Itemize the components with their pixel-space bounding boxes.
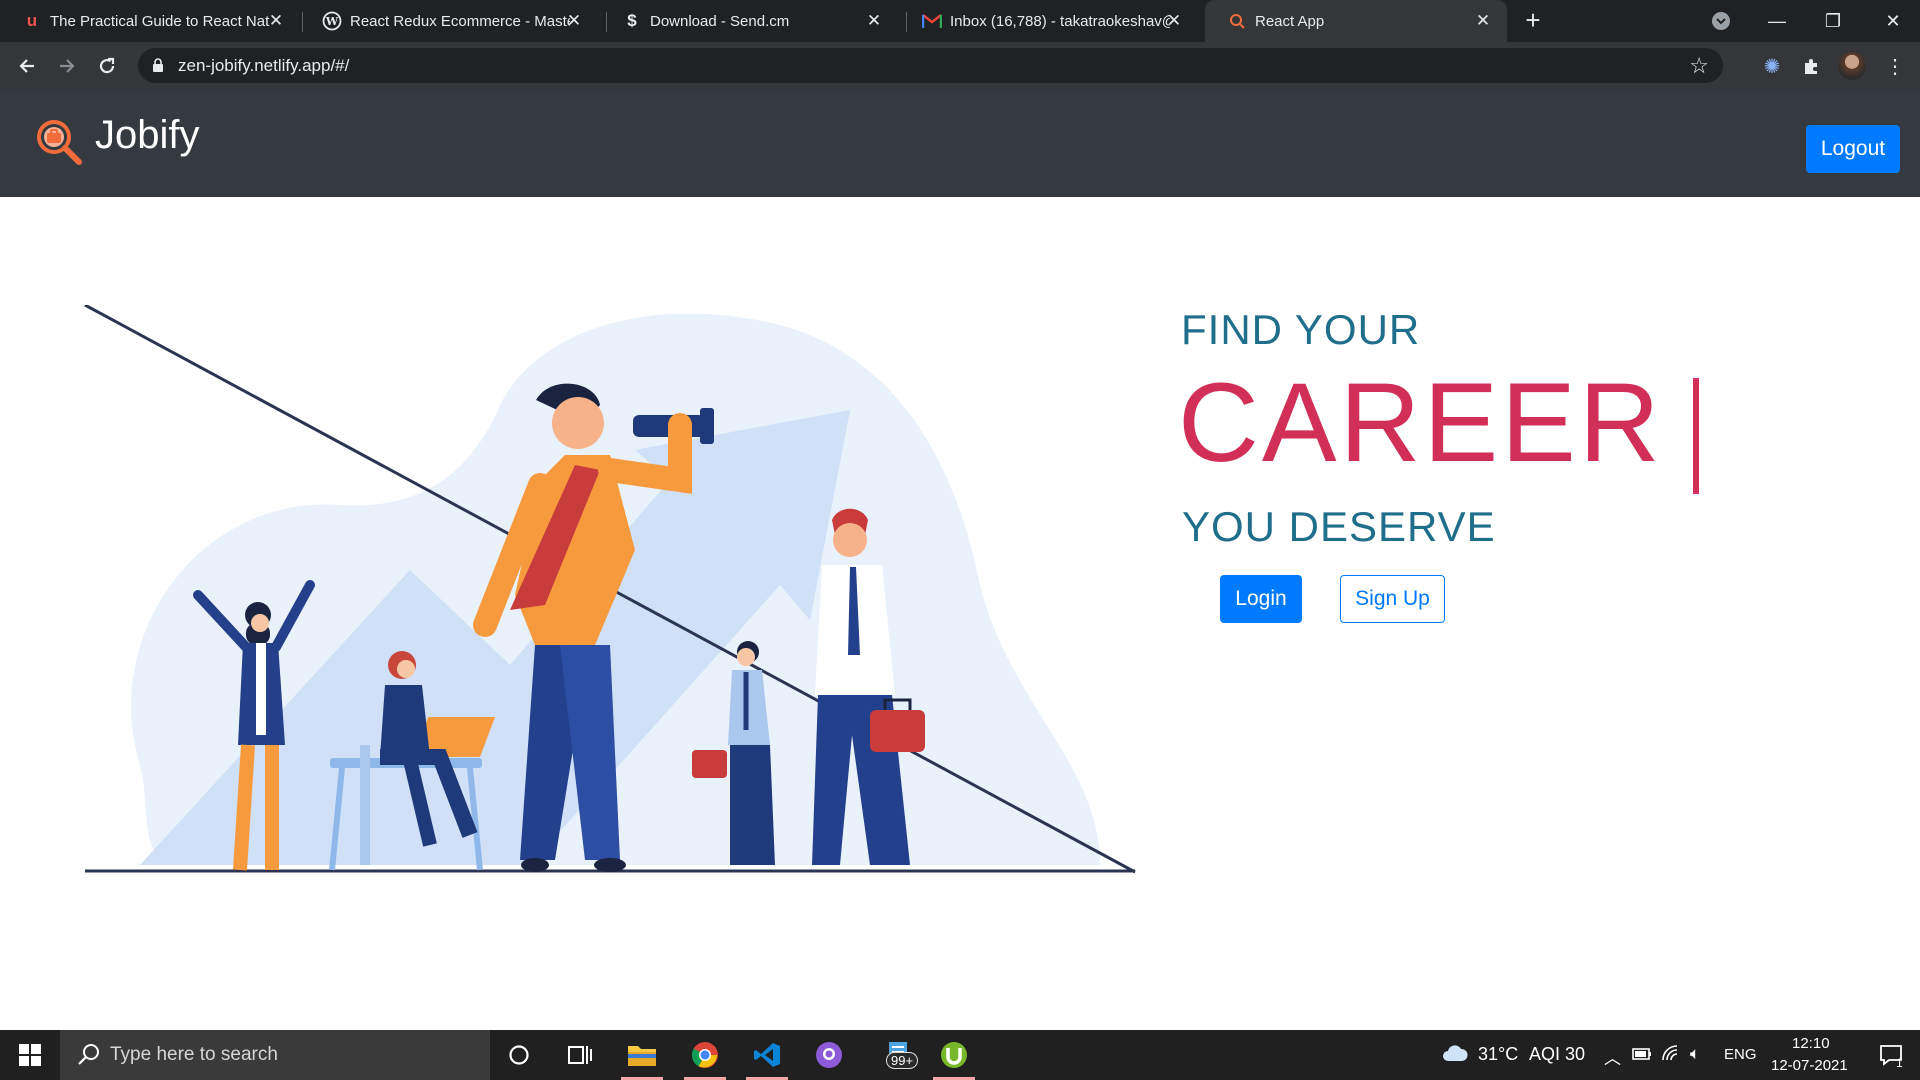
udemy-icon: u <box>26 11 38 30</box>
hero-illustration <box>84 305 1136 874</box>
close-icon[interactable]: ✕ <box>1473 11 1493 31</box>
github-icon <box>816 1042 842 1068</box>
chrome-taskbar-button[interactable] <box>676 1030 734 1080</box>
start-button[interactable] <box>0 1030 60 1080</box>
jobify-icon <box>1227 11 1247 31</box>
browser-tab-wordpress[interactable]: W React Redux Ecommerce - Maste ✕ <box>300 0 598 42</box>
profile-avatar[interactable] <box>1838 52 1866 80</box>
file-explorer-button[interactable] <box>613 1030 671 1080</box>
typing-cursor <box>1693 378 1699 494</box>
windows-logo-icon <box>19 1044 41 1066</box>
action-center-button[interactable]: 1 <box>1862 1030 1920 1080</box>
bookmark-star-icon[interactable]: ☆ <box>1689 53 1709 79</box>
browser-tab-gmail[interactable]: Inbox (16,788) - takatraokeshav@ ✕ <box>900 0 1198 42</box>
url-text: zen-jobify.netlify.app/#/ <box>178 56 350 75</box>
close-icon[interactable]: ✕ <box>1164 11 1184 31</box>
search-icon <box>78 1044 99 1065</box>
app-navbar: Jobify Logout <box>0 89 1920 197</box>
tab-title: Inbox (16,788) - takatraokeshav@ <box>950 12 1170 30</box>
close-icon[interactable]: ✕ <box>564 11 584 31</box>
cortana-button[interactable] <box>490 1030 548 1080</box>
arrow-right-icon <box>60 59 75 73</box>
tab-title: React Redux Ecommerce - Maste <box>350 12 570 30</box>
chevron-up-icon[interactable]: ︿ <box>1604 1044 1621 1069</box>
notification-count: 1 <box>1896 1056 1903 1070</box>
puzzle-icon <box>1805 59 1817 74</box>
clock-date[interactable]: 12-07-2021 <box>1771 1057 1848 1074</box>
weather-aqi[interactable]: AQI 30 <box>1529 1044 1585 1065</box>
hero-line-find-your: FIND YOUR <box>1181 306 1421 353</box>
close-icon[interactable]: ✕ <box>266 11 286 31</box>
arrow-left-icon <box>19 59 34 73</box>
tab-title: React App <box>1255 12 1325 30</box>
restore-button[interactable]: ❐ <box>1806 0 1860 42</box>
kebab-menu-icon[interactable]: ⋮ <box>1880 51 1910 81</box>
browser-toolbar: zen-jobify.netlify.app/#/ ☆ ✺ ⋮ <box>0 42 1920 89</box>
reload-icon <box>99 57 115 74</box>
weather-temperature[interactable]: 31°C <box>1478 1044 1518 1065</box>
task-view-button[interactable] <box>551 1030 609 1080</box>
chevron-down-icon <box>1712 12 1730 30</box>
new-tab-button[interactable]: + <box>1520 7 1546 34</box>
utorrent-taskbar-button[interactable] <box>925 1030 983 1080</box>
logout-button[interactable]: Logout <box>1806 125 1900 173</box>
search-placeholder: Type here to search <box>110 1044 278 1065</box>
sendcm-icon: $ <box>627 11 637 30</box>
wifi-icon[interactable] <box>1661 1044 1681 1062</box>
windows-taskbar: Type here to search 99+ 31°C AQI 30 ︿ 🔈︎… <box>0 1030 1920 1080</box>
utorrent-icon <box>941 1042 967 1068</box>
brand-name[interactable]: Jobify <box>95 113 200 158</box>
vscode-taskbar-button[interactable] <box>738 1030 796 1080</box>
task-view-icon <box>568 1046 592 1064</box>
tab-title: The Practical Guide to React Nati <box>50 12 270 30</box>
lock-icon <box>153 58 163 72</box>
wordpress-icon: W <box>322 11 342 31</box>
clock-time[interactable]: 12:10 <box>1792 1035 1830 1052</box>
browser-tab-react-app[interactable]: React App ✕ <box>1205 0 1507 42</box>
close-icon[interactable]: ✕ <box>864 11 884 31</box>
chrome-icon <box>691 1042 718 1068</box>
folder-icon <box>628 1046 656 1066</box>
back-button[interactable] <box>12 51 42 81</box>
weather-cloud-icon <box>1443 1045 1468 1061</box>
close-window-button[interactable]: ✕ <box>1866 0 1920 42</box>
browser-tab-sendcm[interactable]: $ Download - Send.cm ✕ <box>600 0 898 42</box>
hero-line-you-deserve: YOU DESERVE <box>1182 503 1496 550</box>
address-bar[interactable]: zen-jobify.netlify.app/#/ ☆ <box>138 48 1723 83</box>
vscode-icon <box>754 1043 780 1067</box>
cortana-circle-icon <box>509 1045 529 1065</box>
jobify-logo-icon <box>37 120 82 165</box>
hero-career-highlight: CAREER <box>1178 360 1663 485</box>
taskbar-search-box[interactable]: Type here to search <box>60 1030 490 1080</box>
browser-tab-strip: u The Practical Guide to React Nati ✕ W … <box>0 0 1920 42</box>
tab-title: Download - Send.cm <box>650 12 790 30</box>
minimize-button[interactable]: — <box>1750 0 1804 42</box>
signup-button[interactable]: Sign Up <box>1340 575 1445 623</box>
browser-tab-udemy[interactable]: u The Practical Guide to React Nati ✕ <box>0 0 300 42</box>
forward-button[interactable] <box>52 51 82 81</box>
gmail-icon <box>922 11 942 31</box>
svg-text:W: W <box>325 15 339 28</box>
language-indicator[interactable]: ENG <box>1724 1046 1757 1063</box>
volume-icon[interactable]: 🔈︎ <box>1690 1044 1700 1064</box>
reload-button[interactable] <box>92 51 122 81</box>
notification-badge: 99+ <box>886 1052 919 1069</box>
tab-search-button[interactable] <box>1694 0 1748 42</box>
battery-icon[interactable] <box>1632 1046 1652 1062</box>
login-button[interactable]: Login <box>1220 575 1302 623</box>
extension-icon[interactable]: ✺ <box>1757 51 1787 81</box>
puzzle-extensions-icon[interactable] <box>1797 51 1827 81</box>
github-desktop-button[interactable] <box>800 1030 858 1080</box>
